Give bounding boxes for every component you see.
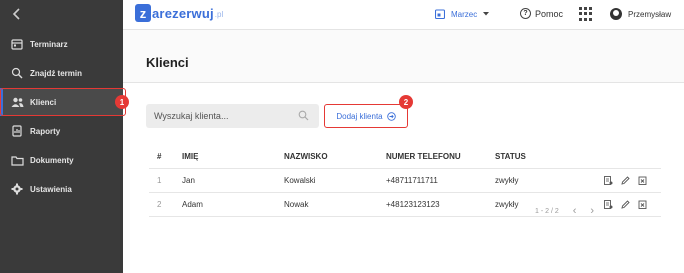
callout-badge-2: 2 bbox=[399, 95, 413, 109]
row-actions bbox=[604, 200, 647, 209]
callout-highlight-clients bbox=[0, 88, 126, 116]
help-icon: ? bbox=[520, 8, 531, 19]
pagination: 1 - 2 / 2 ‹ › bbox=[535, 205, 594, 217]
calendar-icon bbox=[10, 37, 24, 51]
add-client-label: Dodaj klienta bbox=[336, 111, 383, 121]
user-menu[interactable]: Przemysław bbox=[610, 8, 671, 20]
sidebar-item-raporty[interactable]: Raporty bbox=[0, 117, 123, 145]
column-header[interactable]: NAZWISKO bbox=[284, 152, 328, 161]
row-actions bbox=[604, 176, 647, 185]
user-name: Przemysław bbox=[628, 9, 672, 19]
logo-tld: .pl bbox=[214, 10, 224, 19]
content-panel: Dodaj klienta # IMIĘ NAZWISKO NUMER TELE… bbox=[123, 83, 684, 273]
search-box[interactable] bbox=[146, 104, 319, 128]
sidebar-item-znajdz-termin[interactable]: Znajdź termin bbox=[0, 59, 123, 87]
logo-mark: z bbox=[135, 4, 151, 22]
sidebar-item-terminarz[interactable]: Terminarz bbox=[0, 30, 123, 58]
column-header[interactable]: STATUS bbox=[495, 152, 526, 161]
callout-badge-1: 1 bbox=[115, 95, 129, 109]
column-header[interactable]: NUMER TELEFONU bbox=[386, 152, 461, 161]
edit-icon[interactable] bbox=[621, 200, 630, 209]
logo[interactable]: z arezerwuj .pl bbox=[135, 4, 223, 22]
last-name-cell: Nowak bbox=[284, 200, 309, 209]
chevron-left-icon[interactable] bbox=[10, 7, 24, 21]
details-icon[interactable] bbox=[604, 176, 613, 185]
main-area: Klienci Dodaj klienta # IMIĘ NAZWISKO NU… bbox=[123, 30, 684, 273]
topbar: z arezerwuj .pl Marzec ? Pomoc Przemysła… bbox=[123, 0, 684, 30]
add-client-button[interactable]: Dodaj klienta bbox=[324, 104, 408, 128]
arrow-right-circle-icon bbox=[386, 111, 396, 121]
details-icon[interactable] bbox=[604, 200, 613, 209]
sidebar-item-label: Ustawienia bbox=[30, 184, 72, 194]
next-page-icon[interactable]: › bbox=[590, 205, 594, 217]
help-label: Pomoc bbox=[535, 8, 564, 19]
sidebar-item-label: Dokumenty bbox=[30, 155, 74, 165]
search-input[interactable] bbox=[154, 111, 294, 121]
pagination-range: 1 - 2 / 2 bbox=[535, 207, 559, 215]
search-icon bbox=[10, 66, 24, 80]
sidebar-item-label: Terminarz bbox=[30, 39, 68, 49]
sidebar-item-dokumenty[interactable]: Dokumenty bbox=[0, 146, 123, 174]
row-index: 2 bbox=[157, 200, 162, 209]
avatar bbox=[610, 8, 622, 20]
sidebar: Terminarz Znajdź termin Klienci Raporty … bbox=[0, 0, 123, 273]
last-name-cell: Kowalski bbox=[284, 176, 316, 185]
phone-cell: +48711711711 bbox=[386, 176, 438, 185]
table-row[interactable]: 1 Jan Kowalski +48711711711 zwykły bbox=[149, 169, 661, 193]
caret-down-icon bbox=[483, 12, 490, 16]
delete-icon[interactable] bbox=[638, 200, 647, 209]
report-icon bbox=[10, 124, 24, 138]
help-link[interactable]: ? Pomoc bbox=[520, 8, 563, 19]
month-label: Marzec bbox=[451, 9, 478, 19]
page-title: Klienci bbox=[146, 55, 189, 70]
folder-icon bbox=[10, 153, 24, 167]
status-cell: zwykły bbox=[495, 200, 519, 209]
month-selector[interactable]: Marzec bbox=[435, 9, 490, 19]
delete-icon[interactable] bbox=[638, 176, 647, 185]
phone-cell: +48123123123 bbox=[386, 200, 440, 209]
apps-grid-icon[interactable] bbox=[579, 7, 593, 21]
edit-icon[interactable] bbox=[621, 176, 630, 185]
column-header: # bbox=[157, 152, 162, 161]
row-index: 1 bbox=[157, 176, 162, 185]
calendar-icon bbox=[435, 9, 445, 19]
table-header: # IMIĘ NAZWISKO NUMER TELEFONU STATUS bbox=[149, 145, 661, 169]
gear-icon bbox=[10, 182, 24, 196]
status-cell: zwykły bbox=[495, 176, 519, 185]
prev-page-icon[interactable]: ‹ bbox=[573, 205, 577, 217]
sidebar-item-label: Znajdź termin bbox=[30, 68, 83, 78]
logo-brand: arezerwuj bbox=[152, 5, 214, 21]
first-name-cell: Adam bbox=[182, 200, 203, 209]
column-header[interactable]: IMIĘ bbox=[182, 152, 198, 161]
sidebar-item-label: Raporty bbox=[30, 126, 61, 136]
search-icon[interactable] bbox=[298, 110, 309, 121]
sidebar-item-ustawienia[interactable]: Ustawienia bbox=[0, 175, 123, 203]
first-name-cell: Jan bbox=[182, 176, 195, 185]
